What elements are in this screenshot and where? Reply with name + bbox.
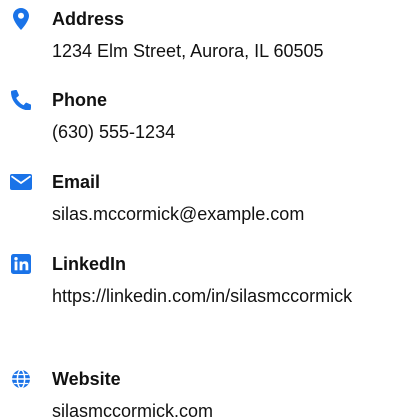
envelope-icon [8,171,34,193]
phone-label: Phone [52,90,108,110]
address-label: Address [52,9,125,29]
website-label: Website [52,369,121,389]
phone-icon [8,89,34,111]
linkedin-link[interactable]: https://linkedin.com/in/silasmccormick [52,281,382,311]
linkedin-label: LinkedIn [52,254,127,274]
phone-link[interactable]: (630) 555-1234 [52,117,382,147]
location-pin-icon [8,8,34,30]
email-link[interactable]: silas.mccormick@example.com [52,199,382,229]
globe-icon [8,368,34,390]
contact-info-list: Address 1234 Elm Street, Aurora, IL 6050… [0,0,409,418]
address-value: 1234 Elm Street, Aurora, IL 60505 [52,41,324,61]
website-link[interactable]: silasmccormick.com [52,396,382,418]
email-label: Email [52,172,101,192]
linkedin-icon [8,253,34,275]
